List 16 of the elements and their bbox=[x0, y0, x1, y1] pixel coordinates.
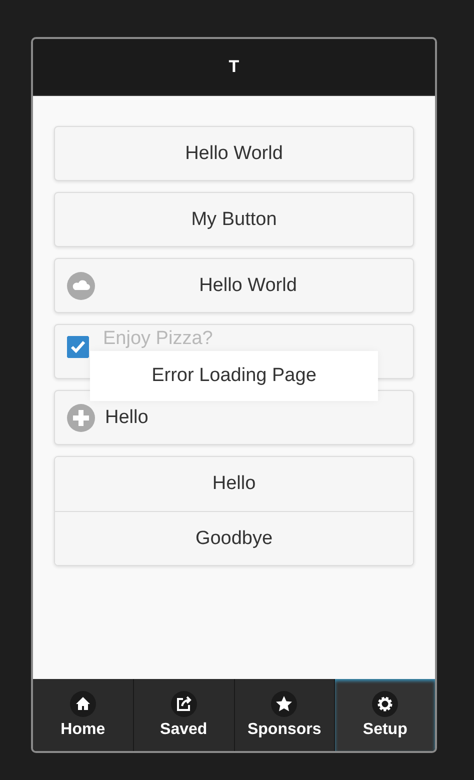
error-message: Error Loading Page bbox=[90, 351, 378, 401]
share-icon bbox=[170, 691, 197, 717]
checkbox-label: Enjoy Pizza? bbox=[103, 328, 213, 350]
cloud-icon bbox=[67, 272, 95, 300]
nav-tab[interactable]: Home bbox=[33, 679, 134, 751]
text-button[interactable]: Hello bbox=[55, 457, 413, 511]
nav-tab[interactable]: Setup bbox=[335, 679, 435, 751]
text-button[interactable]: My Button bbox=[54, 192, 414, 247]
checkbox[interactable] bbox=[67, 336, 89, 358]
plus-icon bbox=[67, 404, 95, 432]
text-button[interactable]: Hello World bbox=[54, 126, 414, 181]
page-title: T bbox=[228, 57, 240, 77]
gear-icon bbox=[372, 691, 398, 717]
icon-button[interactable]: Hello World bbox=[54, 258, 414, 313]
text-button[interactable]: Goodbye bbox=[55, 511, 413, 565]
home-icon bbox=[70, 691, 96, 717]
